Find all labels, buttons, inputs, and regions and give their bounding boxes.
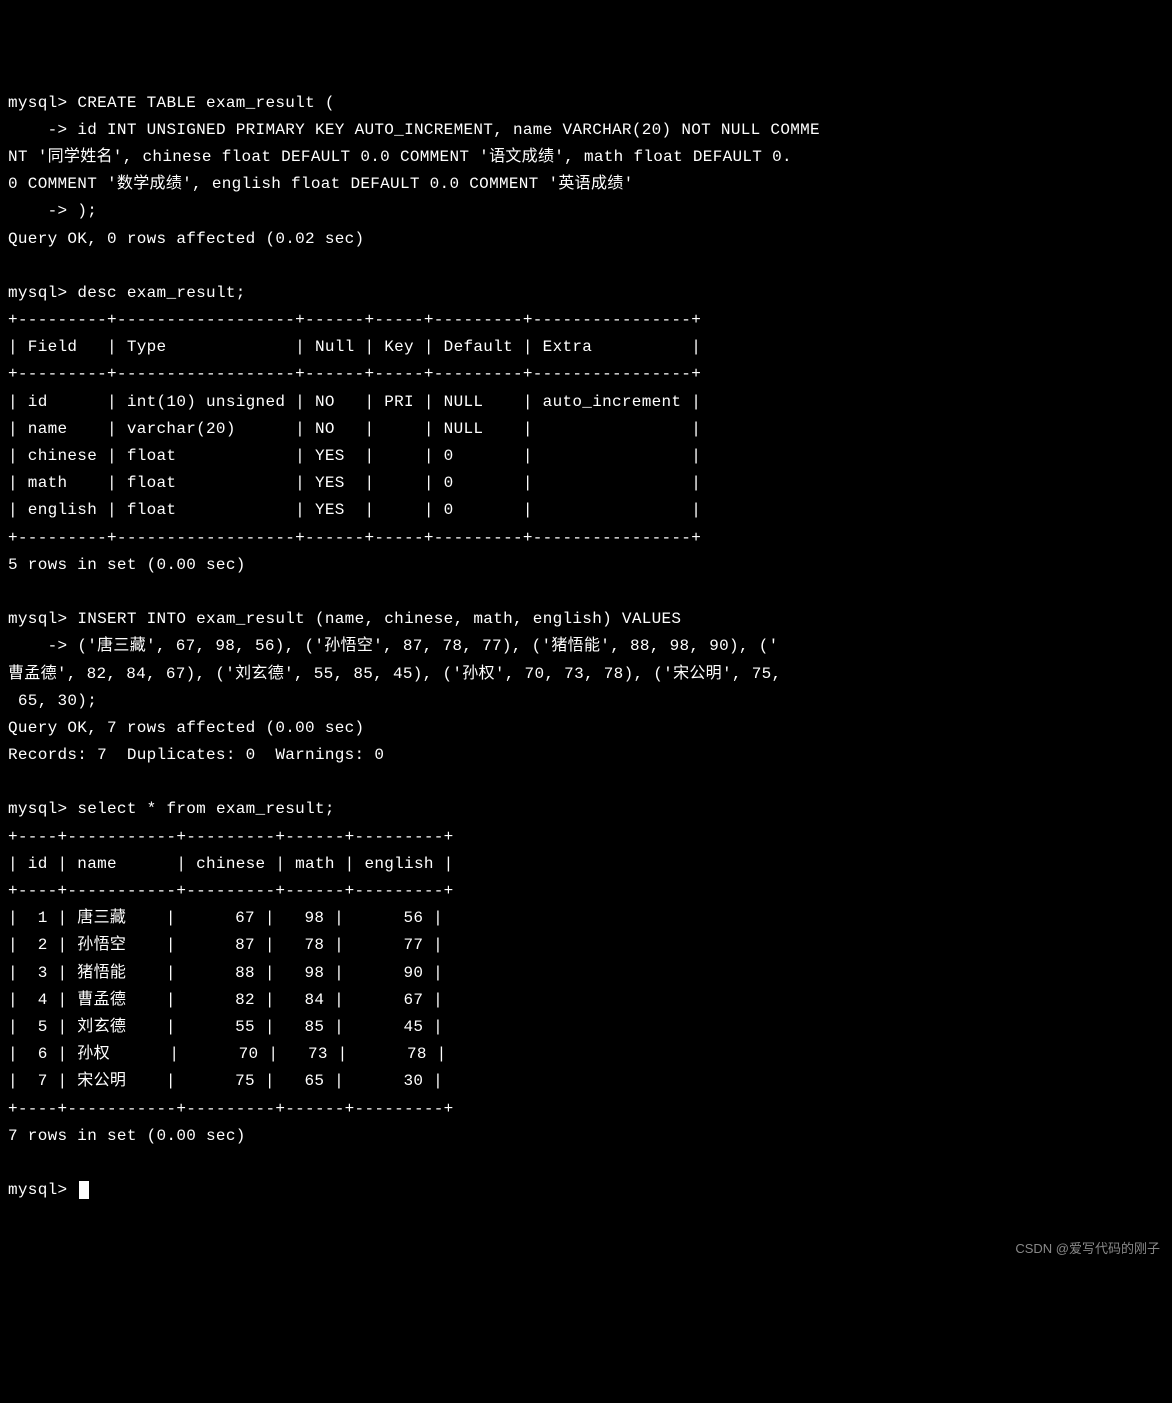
table-row: | 6 | 孙权 | 70 | 73 | 78 | bbox=[8, 1045, 447, 1063]
table-separator: +---------+------------------+------+---… bbox=[8, 365, 701, 383]
table-row: | chinese | float | YES | | 0 | | bbox=[8, 447, 701, 465]
table-row: | 1 | 唐三藏 | 67 | 98 | 56 | bbox=[8, 909, 443, 927]
prompt-line: mysql> CREATE TABLE exam_result ( bbox=[8, 94, 335, 112]
terminal-output: mysql> CREATE TABLE exam_result ( -> id … bbox=[8, 90, 1164, 1205]
cursor-icon bbox=[79, 1181, 89, 1199]
watermark-text: CSDN @爱写代码的刚子 bbox=[1015, 1238, 1160, 1260]
rows-footer: 5 rows in set (0.00 sec) bbox=[8, 556, 246, 574]
cont-line: -> ); bbox=[8, 202, 97, 220]
prompt-line: mysql> desc exam_result; bbox=[8, 284, 246, 302]
table-row: | math | float | YES | | 0 | | bbox=[8, 474, 701, 492]
table-row: | english | float | YES | | 0 | | bbox=[8, 501, 701, 519]
sql-select: select * from exam_result; bbox=[77, 800, 334, 818]
table-separator: +----+-----------+---------+------+-----… bbox=[8, 882, 454, 900]
table-row: | 2 | 孙悟空 | 87 | 78 | 77 | bbox=[8, 936, 443, 954]
prompt-line[interactable]: mysql> bbox=[8, 1181, 89, 1199]
sql-create-table: CREATE TABLE exam_result ( bbox=[77, 94, 334, 112]
table-header: | Field | Type | Null | Key | Default | … bbox=[8, 338, 701, 356]
table-header: | id | name | chinese | math | english | bbox=[8, 855, 454, 873]
table-row: | 5 | 刘玄德 | 55 | 85 | 45 | bbox=[8, 1018, 443, 1036]
continuation-prompt: -> bbox=[8, 202, 67, 220]
mysql-prompt: mysql> bbox=[8, 1181, 67, 1199]
continuation-prompt: -> bbox=[8, 637, 67, 655]
sql-text: id INT UNSIGNED PRIMARY KEY AUTO_INCREME… bbox=[77, 121, 820, 139]
table-row: | 4 | 曹孟德 | 82 | 84 | 67 | bbox=[8, 991, 443, 1009]
sql-insert: INSERT INTO exam_result (name, chinese, … bbox=[77, 610, 681, 628]
sql-text: 曹孟德', 82, 84, 67), ('刘玄德', 55, 85, 45), … bbox=[8, 665, 781, 683]
table-separator: +----+-----------+---------+------+-----… bbox=[8, 828, 454, 846]
continuation-prompt: -> bbox=[8, 121, 67, 139]
rows-footer: 7 rows in set (0.00 sec) bbox=[8, 1127, 246, 1145]
table-row: | id | int(10) unsigned | NO | PRI | NUL… bbox=[8, 393, 701, 411]
query-response: Records: 7 Duplicates: 0 Warnings: 0 bbox=[8, 746, 384, 764]
table-row: | 7 | 宋公明 | 75 | 65 | 30 | bbox=[8, 1072, 443, 1090]
table-row: | 3 | 猪悟能 | 88 | 98 | 90 | bbox=[8, 964, 443, 982]
sql-desc: desc exam_result; bbox=[77, 284, 245, 302]
table-separator: +---------+------------------+------+---… bbox=[8, 311, 701, 329]
cont-line: -> ('唐三藏', 67, 98, 56), ('孙悟空', 87, 78, … bbox=[8, 637, 779, 655]
table-separator: +----+-----------+---------+------+-----… bbox=[8, 1100, 454, 1118]
sql-text: ); bbox=[77, 202, 97, 220]
mysql-prompt: mysql> bbox=[8, 800, 67, 818]
table-row: | name | varchar(20) | NO | | NULL | | bbox=[8, 420, 701, 438]
cont-line: -> id INT UNSIGNED PRIMARY KEY AUTO_INCR… bbox=[8, 121, 820, 139]
mysql-prompt: mysql> bbox=[8, 610, 67, 628]
mysql-prompt: mysql> bbox=[8, 94, 67, 112]
mysql-prompt: mysql> bbox=[8, 284, 67, 302]
sql-text: NT '同学姓名', chinese float DEFAULT 0.0 COM… bbox=[8, 148, 792, 166]
sql-text: 0 COMMENT '数学成绩', english float DEFAULT … bbox=[8, 175, 633, 193]
query-response: Query OK, 7 rows affected (0.00 sec) bbox=[8, 719, 364, 737]
prompt-line: mysql> select * from exam_result; bbox=[8, 800, 335, 818]
sql-text: ('唐三藏', 67, 98, 56), ('孙悟空', 87, 78, 77)… bbox=[77, 637, 778, 655]
sql-text: 65, 30); bbox=[8, 692, 97, 710]
table-separator: +---------+------------------+------+---… bbox=[8, 529, 701, 547]
query-response: Query OK, 0 rows affected (0.02 sec) bbox=[8, 230, 364, 248]
prompt-line: mysql> INSERT INTO exam_result (name, ch… bbox=[8, 610, 681, 628]
